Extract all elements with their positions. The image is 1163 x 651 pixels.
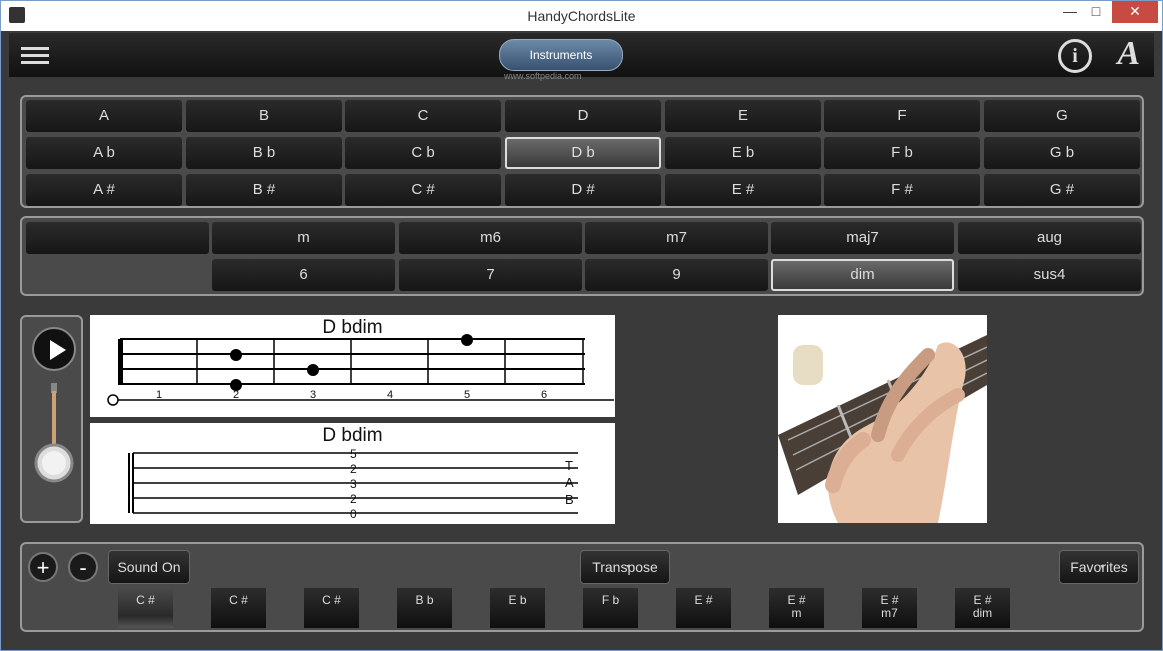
history-chord-root: E # bbox=[694, 593, 713, 607]
info-icon[interactable]: i bbox=[1058, 39, 1092, 73]
chord-type-button[interactable]: dim bbox=[771, 259, 954, 291]
add-favorite-button[interactable]: + bbox=[28, 552, 58, 582]
fifth-string-open-marker bbox=[107, 394, 119, 406]
close-button[interactable]: ✕ bbox=[1112, 1, 1158, 23]
history-chord-button[interactable]: E # dim bbox=[955, 588, 1010, 628]
key-button[interactable]: A b bbox=[26, 137, 182, 169]
key-button[interactable]: B bbox=[186, 100, 342, 132]
bottom-panel: + - Sound On Transpose ▼ Favorites ▼ C # C … bbox=[20, 542, 1144, 632]
fret-number-label: 4 bbox=[386, 389, 394, 401]
key-button[interactable]: F bbox=[824, 100, 980, 132]
key-button[interactable]: F # bbox=[824, 174, 980, 206]
key-button[interactable]: B b bbox=[186, 137, 342, 169]
chord-type-button[interactable]: m7 bbox=[585, 222, 768, 254]
fret-number-label: 5 bbox=[463, 389, 471, 401]
history-chord-type: m bbox=[791, 606, 802, 620]
key-button[interactable]: C b bbox=[345, 137, 501, 169]
key-button[interactable]: E b bbox=[665, 137, 821, 169]
dropdown-caret-icon: ▼ bbox=[1099, 564, 1106, 571]
maximize-button[interactable]: □ bbox=[1082, 1, 1110, 23]
history-chord-root: E b bbox=[508, 593, 527, 607]
history-chord-button[interactable]: C # bbox=[118, 588, 173, 628]
key-button[interactable]: D # bbox=[505, 174, 661, 206]
tab-letter: A bbox=[565, 475, 574, 490]
window-title: HandyChordsLite bbox=[527, 8, 636, 24]
key-button[interactable]: G # bbox=[984, 174, 1140, 206]
finger-dot bbox=[461, 334, 473, 346]
transpose-button[interactable]: Transpose ▼ bbox=[580, 550, 670, 584]
history-chord-button[interactable]: B b bbox=[397, 588, 452, 628]
key-button[interactable]: A bbox=[26, 100, 182, 132]
tab-diagram: D bdim 52320 TAB bbox=[90, 423, 615, 524]
history-chord-root: F b bbox=[601, 593, 620, 607]
chord-type-button[interactable]: 7 bbox=[399, 259, 582, 291]
chord-type-panel: m m6 m7 maj7 aug 6 7 9 dim sus4 bbox=[20, 216, 1144, 296]
fret-number-label: 1 bbox=[155, 389, 163, 401]
chord-hand-photo bbox=[778, 315, 987, 523]
sound-toggle-button[interactable]: Sound On bbox=[108, 550, 190, 584]
history-chord-button[interactable]: E # m7 bbox=[862, 588, 917, 628]
title-bar: HandyChordsLite — □ ✕ bbox=[1, 1, 1162, 31]
key-button[interactable]: F b bbox=[824, 137, 980, 169]
chord-type-button[interactable]: 6 bbox=[212, 259, 395, 291]
tab-fret-number: 5 bbox=[350, 447, 357, 461]
remove-favorite-button[interactable]: - bbox=[68, 552, 98, 582]
tab-fret-number: 2 bbox=[350, 462, 357, 476]
instruments-button[interactable]: Instruments bbox=[499, 39, 623, 71]
chord-type-button[interactable]: 9 bbox=[585, 259, 768, 291]
chord-type-button[interactable]: m6 bbox=[399, 222, 582, 254]
key-button[interactable]: D b bbox=[505, 137, 661, 169]
empty-type-slot bbox=[26, 222, 209, 254]
tab-fret-number: 3 bbox=[350, 477, 357, 491]
font-size-icon[interactable]: A bbox=[1117, 35, 1140, 73]
history-chord-button[interactable]: E # m bbox=[769, 588, 824, 628]
key-button[interactable]: G b bbox=[984, 137, 1140, 169]
app-window: HandyChordsLite — □ ✕ Instruments www.so… bbox=[0, 0, 1163, 651]
tab-letter: B bbox=[565, 492, 574, 507]
banjo-icon[interactable] bbox=[34, 383, 74, 483]
menu-icon[interactable] bbox=[21, 43, 55, 69]
history-chord-type: m7 bbox=[881, 606, 898, 620]
history-chord-button[interactable]: F b bbox=[583, 588, 638, 628]
finger-dot bbox=[307, 364, 319, 376]
history-chord-button[interactable]: E b bbox=[490, 588, 545, 628]
minimize-button[interactable]: — bbox=[1056, 1, 1084, 23]
finger-dot bbox=[230, 349, 242, 361]
favorites-button[interactable]: Favorites ▼ bbox=[1059, 550, 1139, 584]
key-button[interactable]: E # bbox=[665, 174, 821, 206]
fretboard-svg bbox=[107, 334, 614, 406]
chord-type-button[interactable]: m bbox=[212, 222, 395, 254]
key-button[interactable]: E bbox=[665, 100, 821, 132]
key-button[interactable]: A # bbox=[26, 174, 182, 206]
key-button[interactable]: C bbox=[345, 100, 501, 132]
tab-letter: T bbox=[565, 458, 573, 473]
dropdown-caret-icon: ▼ bbox=[625, 564, 632, 571]
top-toolbar: Instruments www.softpedia.com i A bbox=[9, 33, 1154, 81]
key-button[interactable]: D bbox=[505, 100, 661, 132]
play-panel bbox=[20, 315, 83, 523]
history-chord-button[interactable]: C # bbox=[211, 588, 266, 628]
tab-fret-number: 0 bbox=[350, 507, 357, 521]
history-chord-button[interactable]: C # bbox=[304, 588, 359, 628]
history-chord-root: B b bbox=[415, 593, 434, 607]
chord-type-button[interactable]: maj7 bbox=[771, 222, 954, 254]
key-button[interactable]: G bbox=[984, 100, 1140, 132]
fret-number-label: 6 bbox=[540, 389, 548, 401]
history-chord-type: dim bbox=[972, 606, 993, 620]
chord-type-button[interactable]: aug bbox=[958, 222, 1141, 254]
history-chord-root: C # bbox=[136, 593, 155, 607]
fret-number-label: 2 bbox=[232, 389, 240, 401]
fret-number-label: 3 bbox=[309, 389, 317, 401]
watermark-text: www.softpedia.com bbox=[504, 71, 582, 81]
history-chord-button[interactable]: E # bbox=[676, 588, 731, 628]
fretboard-diagram: D bdim 123456 bbox=[90, 315, 615, 417]
play-button[interactable] bbox=[32, 327, 76, 371]
tab-fret-number: 2 bbox=[350, 492, 357, 506]
key-selector-panel: ABCDEFG A bB bC bD bE bF bG b A # B # C # D #… bbox=[20, 95, 1144, 208]
history-chord-root: C # bbox=[322, 593, 341, 607]
key-button[interactable]: C # bbox=[345, 174, 501, 206]
history-chord-root: C # bbox=[229, 593, 248, 607]
key-button[interactable]: B # bbox=[186, 174, 342, 206]
chord-type-button[interactable]: sus4 bbox=[958, 259, 1141, 291]
